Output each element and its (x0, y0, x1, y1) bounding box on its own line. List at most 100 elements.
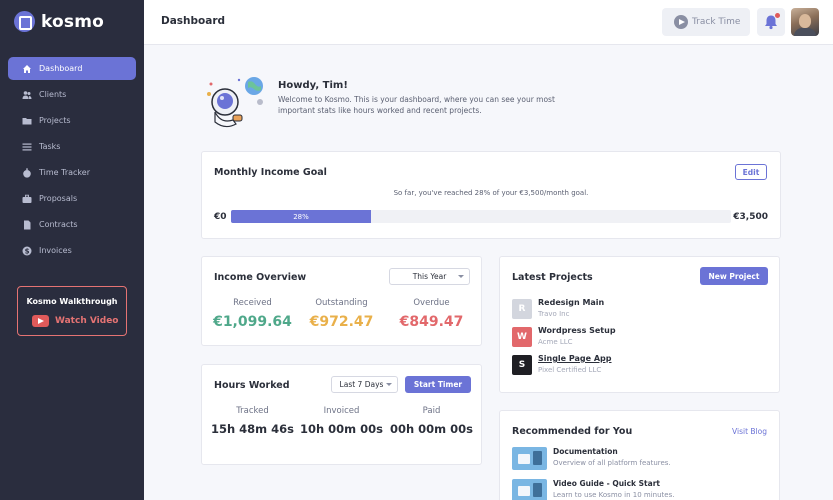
tracked-stat: Tracked 15h 48m 46s (206, 406, 299, 436)
invoiced-stat: Invoiced 10h 00m 00s (295, 406, 388, 436)
sidebar-item-label: Tasks (39, 142, 61, 151)
sidebar-item-invoices[interactable]: $ Invoices (8, 239, 136, 262)
stat-value: €972.47 (309, 314, 374, 330)
greeting-text: Welcome to Kosmo. This is your dashboard… (278, 95, 555, 115)
greeting-title: Howdy, Tim! (278, 80, 348, 91)
track-time-button[interactable]: Track Time (662, 8, 750, 36)
top-bar: Dashboard Track Time (144, 0, 833, 45)
stat-value: 00h 00m 00s (389, 422, 474, 436)
project-name: Redesign Main (538, 298, 605, 307)
video-guide-thumbnail (512, 479, 547, 500)
outstanding-stat: Outstanding €972.47 (295, 298, 388, 330)
recommended-item-title: Video Guide - Quick Start (553, 479, 660, 488)
hours-period-value: Last 7 Days (339, 380, 384, 389)
stat-label: Invoiced (323, 406, 360, 416)
stopwatch-icon (22, 168, 32, 178)
income-goal-title: Monthly Income Goal (214, 167, 327, 178)
stat-label: Tracked (236, 406, 269, 416)
document-icon (22, 220, 32, 230)
notifications-button[interactable] (757, 8, 785, 36)
income-period-select[interactable]: This Year (389, 268, 470, 285)
sidebar-item-label: Invoices (39, 246, 72, 255)
stat-value: 15h 48m 46s (210, 422, 295, 436)
recommended-item[interactable]: Documentation Overview of all platform f… (512, 447, 762, 473)
hours-worked-card: Hours Worked Last 7 Days Start Timer Tra… (201, 364, 482, 465)
sidebar-item-label: Dashboard (39, 64, 83, 73)
project-badge: W (512, 327, 532, 347)
sidebar-item-label: Clients (39, 90, 67, 99)
overdue-stat: Overdue €849.47 (385, 298, 478, 330)
stat-value: €849.47 (399, 314, 464, 330)
stat-label: Received (233, 298, 272, 308)
monthly-income-goal-card: Monthly Income Goal Edit So far, you've … (201, 151, 781, 239)
start-timer-button[interactable]: Start Timer (405, 376, 471, 393)
income-overview-card: Income Overview This Year Received €1,09… (201, 256, 482, 346)
recommended-item-desc: Learn to use Kosmo in 10 minutes. (553, 491, 675, 499)
progress-fill: 28% (231, 210, 371, 223)
watch-video-label: Watch Video (55, 316, 119, 326)
brand-logo[interactable]: kosmo (14, 11, 104, 32)
sidebar-item-time-tracker[interactable]: Time Tracker (8, 161, 136, 184)
sidebar-item-clients[interactable]: Clients (8, 83, 136, 106)
project-client: Travo Inc (538, 310, 570, 318)
recommended-item[interactable]: Video Guide - Quick Start Learn to use K… (512, 479, 762, 500)
sidebar-item-proposals[interactable]: Proposals (8, 187, 136, 210)
svg-text:$: $ (25, 247, 30, 255)
sidebar-item-tasks[interactable]: Tasks (8, 135, 136, 158)
recommended-title: Recommended for You (512, 426, 633, 437)
project-row[interactable]: R Redesign Main Travo Inc (512, 298, 762, 320)
sidebar-item-label: Proposals (39, 194, 78, 203)
avatar[interactable] (791, 8, 819, 36)
latest-projects-card: Latest Projects New Project R Redesign M… (499, 256, 780, 393)
sidebar: kosmo Dashboard Clients Projects Tasks T… (0, 0, 144, 500)
project-row[interactable]: S Single Page App Pixel Certified LLC (512, 354, 762, 376)
project-row[interactable]: W Wordpress Setup Acme LLC (512, 326, 762, 348)
brand-name: kosmo (41, 11, 105, 32)
walkthrough-title: Kosmo Walkthrough (26, 297, 118, 306)
sidebar-nav: Dashboard Clients Projects Tasks Time Tr… (8, 57, 136, 265)
chevron-down-icon (458, 275, 464, 278)
stat-label: Outstanding (315, 298, 368, 308)
project-client: Pixel Certified LLC (538, 366, 602, 374)
hours-period-select[interactable]: Last 7 Days (331, 376, 398, 393)
goal-min-label: €0 (214, 212, 227, 222)
documentation-thumbnail (512, 447, 547, 470)
users-icon (22, 90, 32, 100)
recommended-item-desc: Overview of all platform features. (553, 459, 671, 467)
notification-dot (775, 13, 780, 18)
recommended-item-title: Documentation (553, 447, 618, 456)
stat-label: Overdue (413, 298, 450, 308)
stat-value: 10h 00m 00s (299, 422, 384, 436)
project-badge: R (512, 299, 532, 319)
page-title: Dashboard (161, 15, 226, 27)
goal-max-label: €3,500 (733, 212, 768, 222)
sidebar-item-projects[interactable]: Projects (8, 109, 136, 132)
income-goal-subtitle: So far, you've reached 28% of your €3,50… (393, 189, 589, 197)
chevron-down-icon (386, 383, 392, 386)
dollar-icon: $ (22, 246, 32, 256)
watch-video-link[interactable]: Watch Video (32, 315, 118, 327)
received-stat: Received €1,099.64 (206, 298, 299, 330)
project-client: Acme LLC (538, 338, 573, 346)
edit-goal-button[interactable]: Edit (735, 164, 767, 180)
income-goal-progress: 28% (231, 210, 731, 223)
income-overview-title: Income Overview (214, 272, 307, 283)
sidebar-item-label: Projects (39, 116, 71, 125)
play-icon (674, 15, 688, 29)
income-period-value: This Year (412, 272, 447, 281)
new-project-button[interactable]: New Project (700, 267, 768, 285)
kosmo-logo-icon (14, 11, 35, 32)
project-badge: S (512, 355, 532, 375)
paid-stat: Paid 00h 00m 00s (385, 406, 478, 436)
folder-icon (22, 116, 32, 126)
sidebar-item-dashboard[interactable]: Dashboard (8, 57, 136, 80)
latest-projects-title: Latest Projects (512, 272, 593, 283)
home-icon (22, 64, 32, 74)
sidebar-item-contracts[interactable]: Contracts (8, 213, 136, 236)
visit-blog-link[interactable]: Visit Blog (732, 427, 767, 436)
sidebar-item-label: Contracts (39, 220, 78, 229)
stat-label: Paid (422, 406, 441, 416)
astronaut-illustration (207, 77, 263, 128)
walkthrough-card: Kosmo Walkthrough Watch Video (17, 286, 127, 336)
project-name: Single Page App (538, 354, 612, 363)
